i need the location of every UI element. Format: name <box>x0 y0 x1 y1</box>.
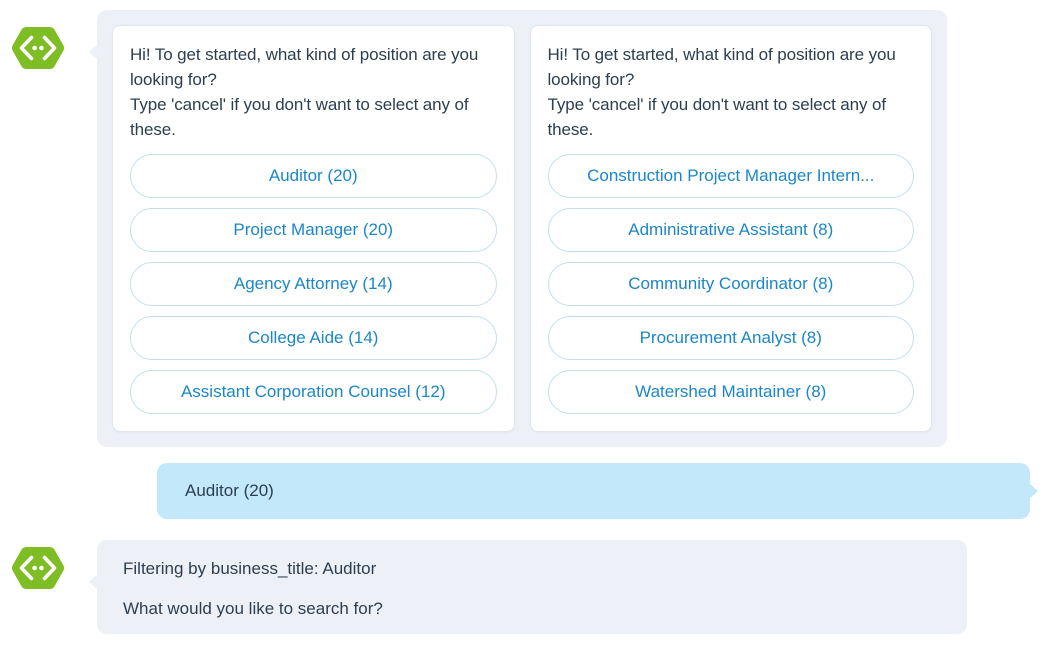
user-message: Auditor (20) <box>0 463 1044 521</box>
chat-conversation: Hi! To get started, what kind of positio… <box>0 0 1044 657</box>
card-prompt-line-1: Hi! To get started, what kind of positio… <box>130 45 479 89</box>
option-button-agency-attorney[interactable]: Agency Attorney (14) <box>130 262 497 306</box>
option-card: Hi! To get started, what kind of positio… <box>112 25 515 432</box>
option-button-project-manager[interactable]: Project Manager (20) <box>130 208 497 252</box>
card-prompt-line-2: Type 'cancel' if you don't want to selec… <box>547 95 887 139</box>
bubble-tail <box>89 44 98 60</box>
search-prompt-text: What would you like to search for? <box>123 599 383 618</box>
bubble-tail <box>89 574 98 590</box>
option-button-auditor[interactable]: Auditor (20) <box>130 154 497 198</box>
option-button-college-aide[interactable]: College Aide (14) <box>130 316 497 360</box>
option-button-procurement-analyst[interactable]: Procurement Analyst (8) <box>547 316 914 360</box>
option-button-list: Auditor (20) Project Manager (20) Agency… <box>130 154 497 414</box>
card-prompt: Hi! To get started, what kind of positio… <box>548 42 915 142</box>
bubble-tail <box>1029 483 1038 499</box>
card-prompt: Hi! To get started, what kind of positio… <box>130 42 497 142</box>
option-button-list: Construction Project Manager Intern... A… <box>547 154 914 414</box>
bot-message-options: Hi! To get started, what kind of positio… <box>0 10 1044 450</box>
card-prompt-line-2: Type 'cancel' if you don't want to selec… <box>130 95 469 139</box>
option-card: Hi! To get started, what kind of positio… <box>529 25 932 432</box>
option-cards-container: Hi! To get started, what kind of positio… <box>112 25 932 432</box>
option-button-construction-project-manager-intern[interactable]: Construction Project Manager Intern... <box>547 154 914 198</box>
option-button-watershed-maintainer[interactable]: Watershed Maintainer (8) <box>547 370 914 414</box>
bot-message-bubble: Filtering by business_title: Auditor Wha… <box>89 540 967 634</box>
filter-status-text: Filtering by business_title: Auditor <box>123 559 377 578</box>
code-brackets-hexagon-icon <box>11 547 65 589</box>
option-button-community-coordinator[interactable]: Community Coordinator (8) <box>547 262 914 306</box>
bot-avatar <box>10 542 66 598</box>
user-message-text: Auditor (20) <box>185 481 274 500</box>
code-brackets-hexagon-icon <box>11 26 65 69</box>
bot-message-reply: Filtering by business_title: Auditor Wha… <box>0 540 1044 640</box>
user-message-bubble: Auditor (20) <box>157 463 1038 519</box>
bot-message-bubble: Hi! To get started, what kind of positio… <box>89 10 947 447</box>
option-button-administrative-assistant[interactable]: Administrative Assistant (8) <box>547 208 914 252</box>
bot-avatar <box>10 22 66 78</box>
option-button-assistant-corporation-counsel[interactable]: Assistant Corporation Counsel (12) <box>130 370 497 414</box>
card-prompt-line-1: Hi! To get started, what kind of positio… <box>547 45 896 89</box>
